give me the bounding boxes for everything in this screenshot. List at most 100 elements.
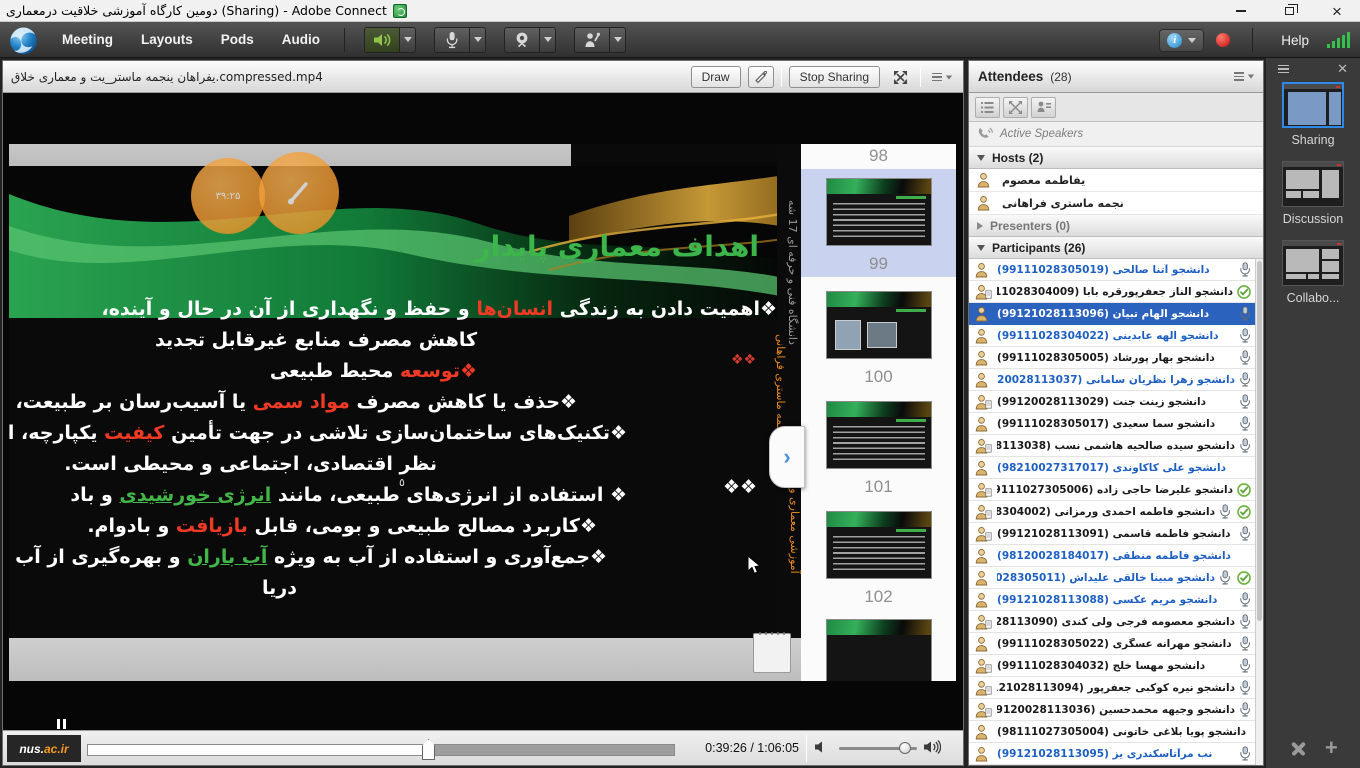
layouts-menu-icon[interactable] bbox=[1278, 63, 1289, 76]
participant-name: دانشجو مهرانه عسگری (99111028305022) bbox=[997, 638, 1235, 650]
attendee-list-view-button[interactable] bbox=[975, 97, 1000, 118]
participant-row[interactable]: دانشجو فاطمه منطقی (98120028184017) bbox=[969, 545, 1255, 567]
participant-name: دانشجو زینت جنت (99120028113029) bbox=[997, 396, 1235, 408]
volume-min-icon[interactable] bbox=[814, 740, 826, 754]
presentation-slide: ۳۹:۲۵ اهداف معماری پایدار ❖اهمیت دادن به… bbox=[9, 144, 801, 681]
share-pod-title: یفراهان ینجمه ماستر_یت و معماری خلاق.com… bbox=[11, 70, 323, 84]
participant-row[interactable]: دانشجو علی کاکاوندی (98210027317017) bbox=[969, 457, 1255, 479]
breakout-view-icon bbox=[1009, 101, 1022, 114]
participant-row[interactable]: دانشجو فاطمه قاسمی (99121028113091) bbox=[969, 523, 1255, 545]
participant-row[interactable]: دانشجو مریم عکسی (99121028113088) bbox=[969, 589, 1255, 611]
participant-row[interactable]: دانشجو مهسا خلج (99111028304032) bbox=[969, 655, 1255, 677]
attendee-status-view-button[interactable] bbox=[1031, 97, 1056, 118]
selected-slide-item[interactable]: 99 bbox=[801, 169, 956, 277]
participant-row[interactable]: دانشجو سیده صالحیه هاشمی نسب (9912002811… bbox=[969, 435, 1255, 457]
participant-status-icons bbox=[1239, 438, 1251, 453]
host-row[interactable]: یفاطمه معصوم bbox=[969, 169, 1263, 192]
layout-thumbnail[interactable] bbox=[1282, 240, 1344, 286]
participants-scrollbar[interactable] bbox=[1255, 259, 1263, 765]
microphone-right-icon bbox=[1239, 636, 1251, 651]
participant-row[interactable]: دانشجو زهرا نظریان سامانی (9912002811303… bbox=[969, 369, 1255, 391]
share-pod-menu-button[interactable] bbox=[928, 71, 957, 84]
participant-row[interactable]: دانشجو فاطمه احمدی ورمزانی (991110283040… bbox=[969, 501, 1255, 523]
layout-label: Sharing bbox=[1266, 133, 1360, 147]
slide-bullets: ❖اهمیت دادن به زندگی انسان‌ها و حفظ و نگ… bbox=[21, 294, 777, 604]
participant-row[interactable]: دانشجو الهه عابدینی (99111028304022) bbox=[969, 325, 1255, 347]
menu-audio[interactable]: Audio bbox=[268, 22, 334, 58]
participant-row[interactable]: دانشجو بهار پورشاد (99111028305005) bbox=[969, 347, 1255, 369]
raise-hand-dropdown[interactable] bbox=[610, 27, 626, 53]
breakout-view-button[interactable] bbox=[1003, 97, 1028, 118]
microphone-dropdown[interactable] bbox=[470, 27, 486, 53]
slide-thumbnail[interactable] bbox=[826, 291, 932, 359]
presenters-section-header[interactable]: Presenters (0) bbox=[969, 215, 1263, 237]
participant-row[interactable]: دانشجو آتنا صالحی (99111028305019) bbox=[969, 259, 1255, 281]
participant-row[interactable]: دانشجو وجیهه محمدحسین (99120028113036) bbox=[969, 699, 1255, 721]
hosts-section-header[interactable]: Hosts (2) bbox=[969, 147, 1263, 169]
close-button[interactable]: × bbox=[1326, 2, 1348, 20]
help-menu[interactable]: Help bbox=[1275, 33, 1315, 48]
participant-row[interactable]: دانشجو زینت جنت (99120028113029) bbox=[969, 391, 1255, 413]
webcam-dropdown[interactable] bbox=[540, 27, 556, 53]
add-layout-icon[interactable]: + bbox=[1325, 738, 1338, 758]
attendees-pod-menu-button[interactable] bbox=[1230, 70, 1259, 83]
layout-item-sharing[interactable]: Sharing bbox=[1266, 82, 1360, 147]
webcam-button[interactable] bbox=[504, 27, 540, 53]
slide-thumbnail[interactable] bbox=[826, 619, 932, 681]
slide-filmstrip[interactable]: 98 99 100 101 102 bbox=[801, 144, 956, 681]
close-rail-icon[interactable]: ✕ bbox=[1337, 61, 1348, 77]
draw-button[interactable]: Draw bbox=[691, 66, 741, 88]
participant-row[interactable]: نب مرآتاسکندری یز (99121028113095) bbox=[969, 743, 1255, 765]
participant-row[interactable]: دانشجو مهرانه عسگری (99111028305022) bbox=[969, 633, 1255, 655]
slide-thumbnail[interactable] bbox=[826, 401, 932, 469]
pointer-tool-button[interactable] bbox=[748, 66, 774, 88]
next-slide-button[interactable]: › bbox=[769, 426, 805, 488]
fullscreen-button[interactable] bbox=[887, 66, 913, 88]
volume-slider-handle[interactable] bbox=[899, 742, 911, 754]
seek-bar[interactable] bbox=[87, 744, 675, 756]
menu-meeting[interactable]: Meeting bbox=[48, 22, 127, 58]
attendee-icon bbox=[975, 372, 992, 388]
participant-row[interactable]: دانشجو علیرضا حاجی زاده (99111027305006) bbox=[969, 479, 1255, 501]
stop-sharing-button[interactable]: Stop Sharing bbox=[789, 66, 880, 88]
participant-status-icons bbox=[1219, 504, 1251, 519]
participant-row[interactable]: دانشجو معصومه فرجی ولی کندی (99121028113… bbox=[969, 611, 1255, 633]
slide-thumbnail[interactable] bbox=[826, 178, 932, 246]
host-row[interactable]: نجمه ماستری فراهانی bbox=[969, 192, 1263, 215]
chevron-down-icon bbox=[544, 37, 552, 42]
participant-row[interactable]: دانشجو الناز جعفرپورقره بابا (9911102830… bbox=[969, 281, 1255, 303]
participants-section-header[interactable]: Participants (26) bbox=[969, 237, 1263, 259]
participant-row[interactable]: دانشجو الهام تبیان (99121028113096) bbox=[969, 303, 1255, 325]
attendees-toolbar bbox=[969, 93, 1263, 122]
meeting-info-button[interactable]: i bbox=[1159, 29, 1204, 52]
menu-layouts[interactable]: Layouts bbox=[127, 22, 207, 58]
connection-status-icon[interactable] bbox=[1327, 32, 1350, 48]
layout-tools-icon[interactable] bbox=[1288, 738, 1308, 758]
participant-row[interactable]: دانشجو نیره کوکبی جعفرپور (9912102811309… bbox=[969, 677, 1255, 699]
participant-row[interactable]: دانشجو پویا بلاغی خاتونی (98111027305004… bbox=[969, 721, 1255, 743]
participant-name: دانشجو فاطمه منطقی (98120028184017) bbox=[997, 550, 1247, 562]
shared-video-area[interactable]: ۳۹:۲۵ اهداف معماری پایدار ❖اهمیت دادن به… bbox=[3, 93, 963, 732]
seek-handle[interactable] bbox=[422, 739, 435, 760]
participant-row[interactable]: دانشجو سما سعیدی (99111028305017) bbox=[969, 413, 1255, 435]
minimize-button[interactable] bbox=[1230, 2, 1252, 20]
participant-status-icons bbox=[1239, 328, 1251, 343]
menu-pods[interactable]: Pods bbox=[207, 22, 268, 58]
speaker-button[interactable] bbox=[364, 27, 400, 53]
slide-bullet-line: ❖کاربرد مصالح طبیعی و بومی، قابل بازیافت… bbox=[21, 511, 597, 542]
layouts-rail: ✕ Sharing Discussion Collabo... + bbox=[1266, 58, 1360, 768]
agree-check-icon bbox=[1237, 505, 1251, 519]
layout-thumbnail[interactable] bbox=[1282, 82, 1344, 128]
volume-max-icon[interactable] bbox=[923, 739, 941, 755]
scrollbar-thumb[interactable] bbox=[1257, 261, 1262, 621]
slide-thumbnail[interactable] bbox=[826, 511, 932, 579]
layout-item-discussion[interactable]: Discussion bbox=[1266, 161, 1360, 226]
attendee-icon bbox=[975, 416, 992, 432]
layout-item-collabo[interactable]: Collabo... bbox=[1266, 240, 1360, 305]
restore-button[interactable] bbox=[1278, 2, 1300, 20]
speaker-dropdown[interactable] bbox=[400, 27, 416, 53]
participant-row[interactable]: دانشجو مبینا خالقی علیداش (9911102830501… bbox=[969, 567, 1255, 589]
raise-hand-button[interactable] bbox=[574, 27, 610, 53]
layout-thumbnail[interactable] bbox=[1282, 161, 1344, 207]
microphone-button[interactable] bbox=[434, 27, 470, 53]
